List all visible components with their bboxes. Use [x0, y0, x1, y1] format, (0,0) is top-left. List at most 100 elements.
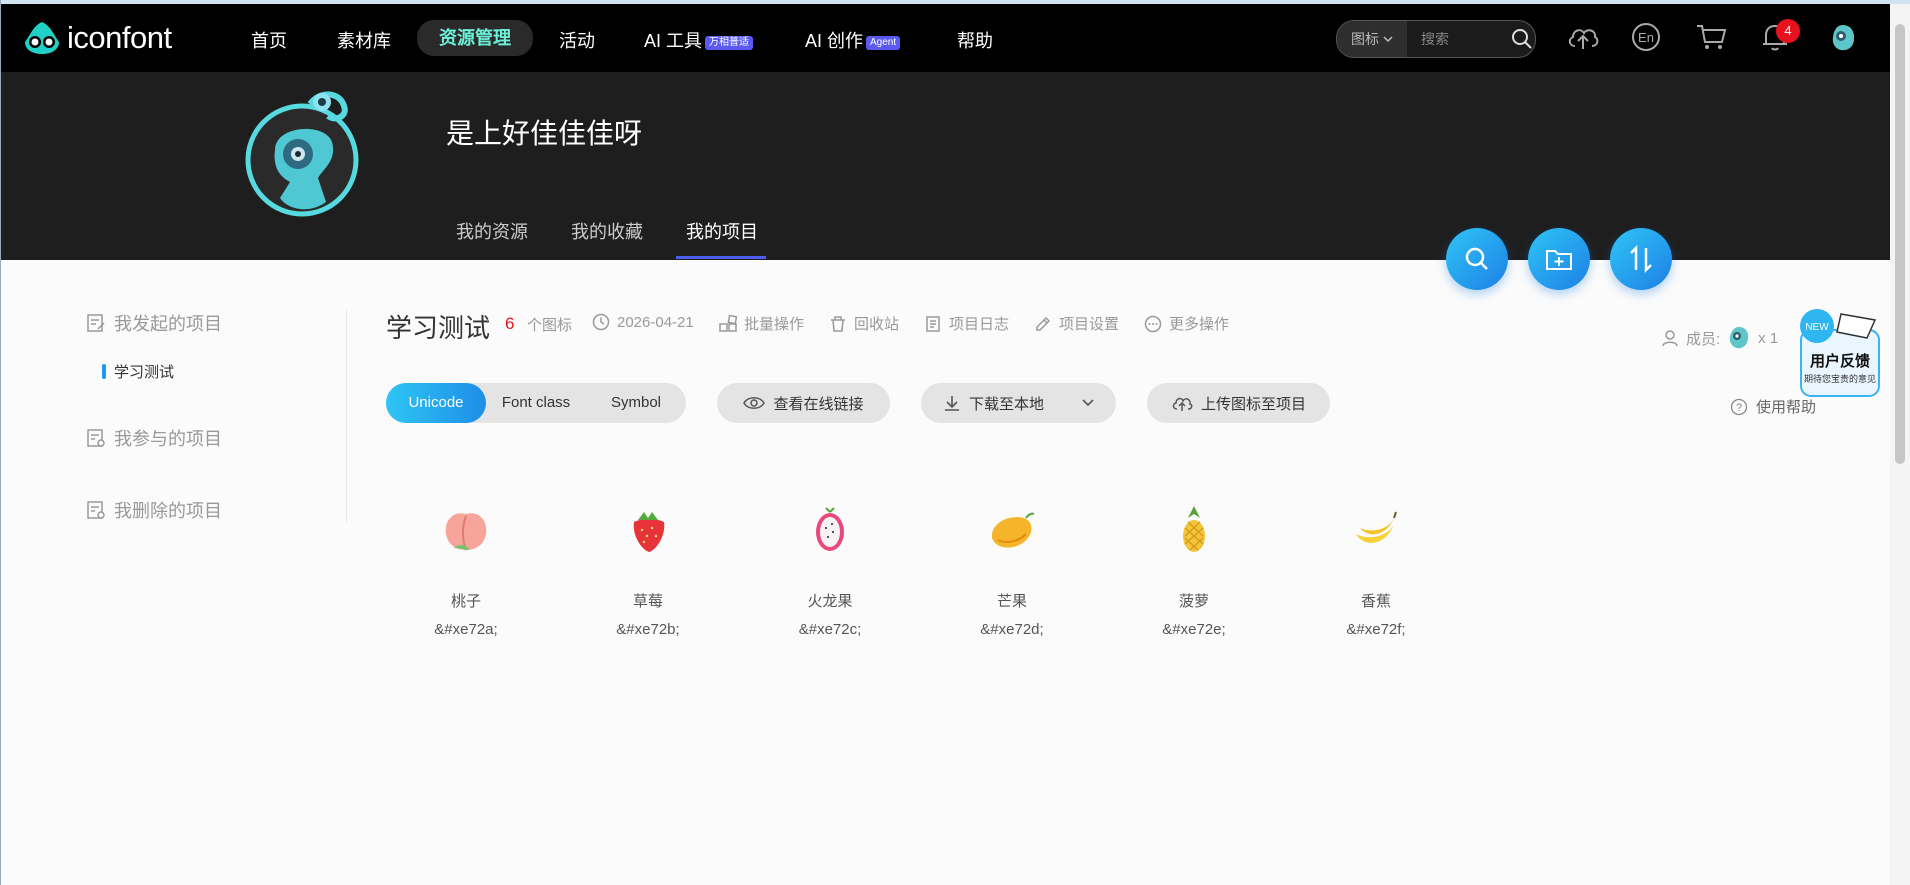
format-switch: Unicode Font class Symbol	[386, 383, 686, 423]
icon-name: 火龙果	[807, 593, 853, 610]
icon-card-dragon-fruit[interactable]: 火龙果 &#xe72c;	[770, 500, 890, 638]
upload-icons-label: 上传图标至项目	[1200, 395, 1306, 413]
eye-icon	[743, 397, 766, 409]
project-date-text: 2026-04-21	[617, 313, 694, 331]
dragon-fruit-icon	[816, 507, 844, 551]
search-type-label: 图标	[1351, 31, 1379, 47]
banana-icon	[1356, 511, 1397, 543]
icon-card-strawberry[interactable]: 草莓 &#xe72b;	[588, 500, 708, 638]
download-icon	[944, 396, 959, 411]
project-log-button[interactable]: 项目日志	[924, 313, 1009, 334]
project-title: 学习测试	[386, 313, 491, 343]
project-settings-button[interactable]: 项目设置	[1034, 313, 1119, 334]
edit-icon	[1036, 316, 1051, 331]
tab-my-resources[interactable]: 我的资源	[456, 218, 528, 244]
nav-help[interactable]: 帮助	[957, 24, 993, 58]
sort-icon	[1630, 244, 1652, 274]
nav-activities-label: 活动	[559, 31, 595, 51]
search-type-select[interactable]: 图标	[1337, 21, 1407, 57]
scrollbar-thumb[interactable]	[1895, 24, 1905, 464]
user-icon	[1662, 330, 1678, 347]
format-unicode-tab[interactable]: Unicode	[386, 383, 486, 423]
cart-icon[interactable]	[1695, 22, 1727, 52]
search-box: 图标	[1336, 20, 1536, 58]
icon-code: &#xe72e;	[1162, 621, 1226, 638]
project-members[interactable]: 成员: x 1	[1662, 325, 1778, 351]
nav-ai-tools-label: AI 工具	[644, 31, 703, 51]
top-nav: iconfont 首页 素材库 资源管理 活动 AI 工具 万相普适 AI 创作 A…	[1, 4, 1890, 72]
sidebar-item-learning-test[interactable]: 学习测试	[102, 361, 175, 382]
svg-text:?: ?	[1736, 402, 1742, 414]
batch-operation-button[interactable]: 批量操作	[719, 313, 804, 334]
sidebar-item-label: 学习测试	[114, 364, 175, 381]
help-icon: ?	[1730, 398, 1748, 415]
more-operations-button[interactable]: 更多操作	[1144, 313, 1229, 334]
pineapple-icon	[1183, 506, 1205, 552]
icon-code: &#xe72c;	[798, 621, 862, 638]
chevron-down-icon	[1383, 36, 1393, 42]
notification-badge: 4	[1776, 19, 1800, 43]
upload-cloud-icon[interactable]	[1566, 22, 1600, 52]
language-en-icon[interactable]: En	[1631, 22, 1661, 52]
tab-my-projects[interactable]: 我的项目	[686, 218, 758, 244]
mango-icon	[991, 512, 1035, 548]
search-project-button[interactable]	[1446, 228, 1508, 290]
icon-name: 桃子	[450, 593, 481, 610]
recycle-bin-button[interactable]: 回收站	[829, 313, 899, 334]
sidebar-my-deleted-projects[interactable]: 我删除的项目	[86, 497, 222, 523]
sidebar-divider	[346, 310, 347, 522]
members-count: x 1	[1758, 329, 1779, 347]
sidebar-created-label: 我发起的项目	[114, 314, 222, 334]
nav-home-label: 首页	[251, 31, 287, 51]
avatar[interactable]	[1827, 22, 1859, 54]
nav-ai-tools[interactable]: AI 工具 万相普适	[644, 24, 754, 58]
format-fontclass-tab[interactable]: Font class	[486, 383, 586, 423]
folder-add-icon	[1546, 250, 1572, 270]
new-project-button[interactable]	[1528, 228, 1590, 290]
sidebar-joined-label: 我参与的项目	[114, 429, 222, 449]
nav-home[interactable]: 首页	[251, 24, 287, 58]
feedback-title: 用户反馈	[1810, 352, 1870, 370]
chevron-down-icon	[1082, 399, 1094, 407]
trash-icon	[831, 315, 845, 332]
project-joined-icon	[87, 429, 105, 447]
icon-card-mango[interactable]: 芒果 &#xe72d;	[952, 500, 1072, 638]
search-icon[interactable]	[1511, 28, 1533, 50]
nav-resource-management[interactable]: 资源管理	[417, 20, 533, 56]
download-local-button[interactable]: 下载至本地	[921, 383, 1116, 423]
nav-activities[interactable]: 活动	[559, 24, 595, 58]
nav-materials[interactable]: 素材库	[337, 24, 391, 58]
project-icon-count-label: 个图标	[527, 317, 573, 334]
sort-button[interactable]	[1610, 228, 1672, 290]
upload-icons-button[interactable]: 上传图标至项目	[1147, 383, 1330, 423]
sidebar-my-created-projects[interactable]: 我发起的项目	[86, 310, 222, 336]
nav-materials-label: 素材库	[337, 31, 391, 51]
peach-icon	[445, 513, 487, 551]
icon-card-peach[interactable]: 桃子 &#xe72a;	[406, 500, 526, 638]
download-label: 下载至本地	[968, 395, 1044, 413]
member-avatar	[1729, 327, 1749, 349]
icon-name: 芒果	[996, 593, 1027, 610]
icon-code: &#xe72a;	[434, 621, 498, 638]
icon-code: &#xe72d;	[980, 621, 1044, 638]
icon-name: 香蕉	[1360, 593, 1391, 610]
members-label: 成员:	[1686, 330, 1721, 348]
icon-card-banana[interactable]: 香蕉 &#xe72f;	[1316, 500, 1436, 638]
feedback-new-tag: NEW	[1805, 322, 1829, 333]
clock-icon	[592, 313, 610, 331]
profile-username: 是上好佳佳佳呀	[446, 118, 643, 149]
project-log-label: 项目日志	[949, 316, 1010, 333]
sidebar-my-joined-projects[interactable]: 我参与的项目	[86, 425, 222, 451]
nav-help-label: 帮助	[957, 31, 993, 51]
user-feedback-widget[interactable]: NEW 用户反馈 期待您宝贵的意见	[1797, 306, 1883, 402]
selected-indicator	[102, 364, 106, 379]
search-input[interactable]	[1419, 30, 1503, 48]
tab-my-favorites[interactable]: 我的收藏	[571, 218, 643, 244]
icon-card-pineapple[interactable]: 菠萝 &#xe72e;	[1134, 500, 1254, 638]
batch-operation-label: 批量操作	[744, 316, 805, 333]
nav-ai-create[interactable]: AI 创作 Agent	[805, 24, 901, 58]
view-online-link-button[interactable]: 查看在线链接	[717, 383, 890, 423]
format-symbol-tab[interactable]: Symbol	[586, 383, 686, 423]
logo-text: iconfont	[67, 20, 172, 55]
logo[interactable]: iconfont	[23, 20, 172, 56]
